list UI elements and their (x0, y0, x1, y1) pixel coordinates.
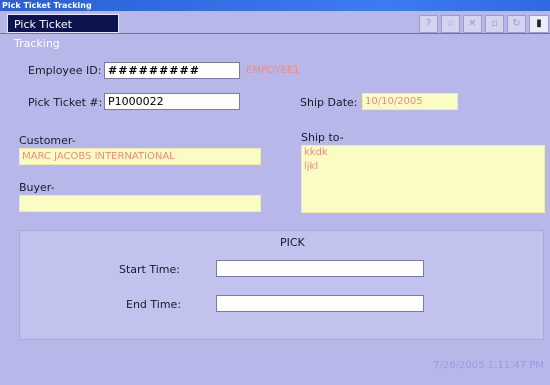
status-timestamp: 7/26/2005 1:11:47 PM (433, 360, 544, 371)
refresh-button[interactable]: ↻ (507, 15, 526, 33)
tab-pick-ticket-tracking[interactable]: Pick Ticket Tracking (7, 14, 119, 50)
window-titlebar: Pick Ticket Tracking (0, 0, 550, 11)
ship-date-field: 10/10/2005 (362, 93, 458, 110)
ship-to-field: kkdk ljkl (301, 145, 545, 213)
end-time-field[interactable] (216, 295, 424, 312)
start-time-field[interactable] (216, 260, 424, 277)
pick-ticket-label: Pick Ticket #: (28, 96, 103, 109)
employee-name: EMPOYEE1 (246, 65, 300, 76)
start-time-label: Start Time: (119, 263, 180, 276)
employee-id-label: Employee ID: (28, 64, 102, 77)
pick-title: PICK (280, 236, 305, 249)
buyer-label: Buyer- (19, 181, 55, 194)
save-button[interactable]: ▫ (485, 15, 504, 33)
favorite-button[interactable]: ☆ (441, 15, 460, 33)
ship-date-label: Ship Date: (300, 96, 358, 109)
ship-to-label: Ship to- (301, 131, 344, 144)
ship-to-line1: kkdk (304, 147, 328, 158)
delete-button[interactable]: ✕ (463, 15, 482, 33)
divider (0, 33, 550, 34)
employee-id-field[interactable]: ######### (104, 62, 240, 79)
help-button[interactable]: ? (419, 15, 438, 33)
customer-label: Customer- (19, 134, 76, 147)
exit-button[interactable]: ▮ (529, 15, 549, 33)
end-time-label: End Time: (126, 298, 182, 311)
customer-field: MARC JACOBS INTERNATIONAL (19, 148, 261, 165)
pick-ticket-field[interactable]: P1000022 (104, 93, 240, 110)
ship-to-line2: ljkl (304, 161, 319, 172)
buyer-field (19, 195, 261, 212)
